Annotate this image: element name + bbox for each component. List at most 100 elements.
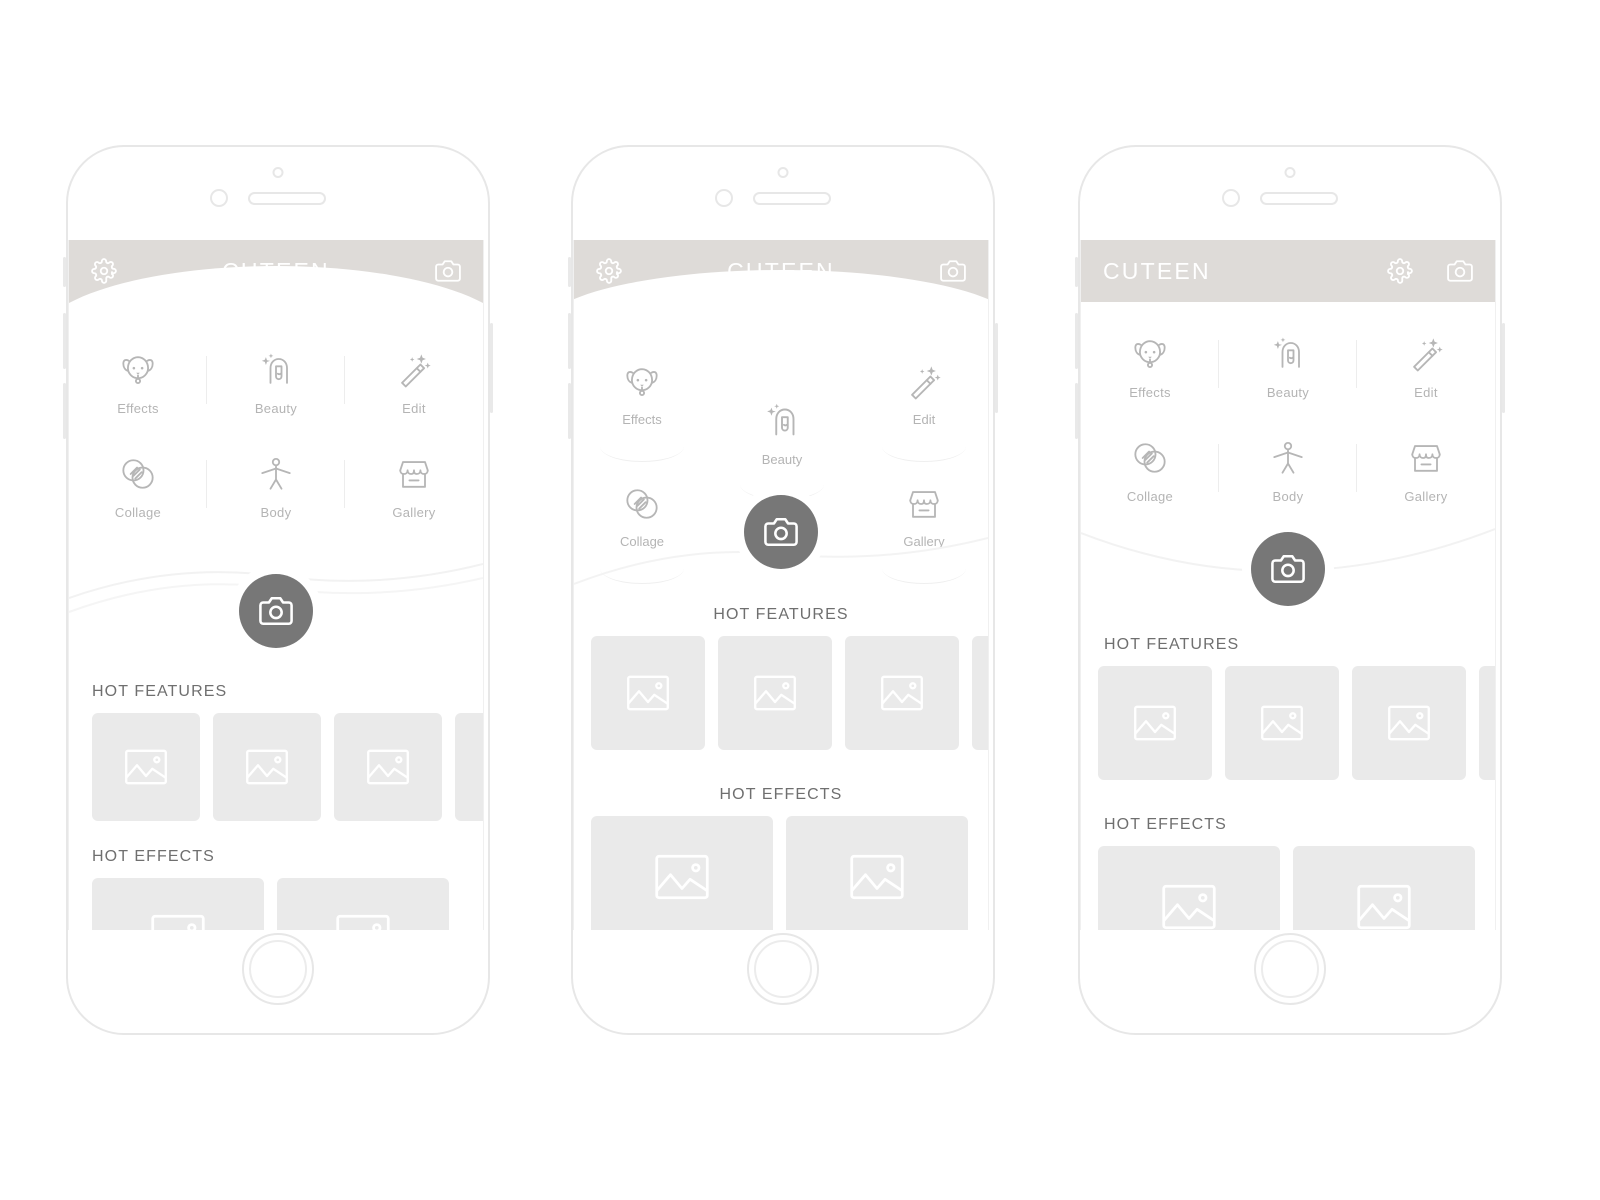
app-header: CUTEEN [574, 240, 988, 388]
feature-label: Beauty [761, 452, 803, 467]
feature-item-beauty[interactable]: Beauty [726, 398, 838, 500]
feature-item-edit[interactable]: Edit [868, 360, 980, 462]
feature-item-beauty[interactable]: Beauty [207, 348, 345, 440]
feature-grid: Effects Beauty Edit Collage Body Gallery [69, 348, 483, 544]
app-screen-variant-c: CUTEEN Effects Beauty Edit Collage Body … [1080, 240, 1496, 930]
hot-effect-card[interactable] [1098, 846, 1280, 930]
hot-feature-card[interactable] [845, 636, 959, 750]
camera-icon[interactable] [1447, 258, 1473, 284]
section-title-hot-features: HOT FEATURES [92, 683, 228, 700]
gear-icon[interactable] [1387, 258, 1413, 284]
wireframe-canvas: CUTEEN Effects Beauty Edit Collage Body … [0, 0, 1600, 1200]
feature-item-effects[interactable]: Effects [1081, 332, 1219, 424]
hot-feature-card[interactable] [718, 636, 832, 750]
person-icon [254, 452, 298, 496]
mute-switch[interactable] [63, 257, 66, 287]
proximity-sensor [777, 167, 789, 178]
volume-down-button[interactable] [1075, 383, 1078, 439]
camera-icon[interactable] [435, 258, 461, 284]
mute-switch[interactable] [568, 257, 571, 287]
gear-icon[interactable] [596, 258, 622, 284]
volume-up-button[interactable] [63, 313, 66, 369]
gear-icon[interactable] [91, 258, 117, 284]
feature-label: Body [260, 505, 292, 520]
section-title-hot-effects: HOT EFFECTS [92, 848, 215, 865]
power-button[interactable] [1502, 323, 1505, 413]
power-button[interactable] [995, 323, 998, 413]
hot-effect-card[interactable] [591, 816, 773, 930]
feature-label: Effects [117, 401, 159, 416]
feature-item-edit[interactable]: Edit [345, 348, 483, 440]
hot-feature-card[interactable] [1098, 666, 1212, 780]
underline-arc [882, 431, 966, 462]
feature-item-effects[interactable]: Effects [69, 348, 207, 440]
hot-feature-card[interactable] [1479, 666, 1495, 780]
volume-up-button[interactable] [1075, 313, 1078, 369]
mute-switch[interactable] [1075, 257, 1078, 287]
hot-effects-row[interactable] [591, 816, 968, 930]
power-button[interactable] [490, 323, 493, 413]
feature-item-collage[interactable]: Collage [69, 452, 207, 544]
camera-shutter-button[interactable] [230, 565, 322, 657]
magic-wand-icon [392, 348, 436, 392]
earpiece-speaker [753, 192, 831, 205]
app-header: CUTEEN [69, 240, 483, 416]
feature-item-effects[interactable]: Effects [586, 360, 698, 462]
hot-features-row[interactable] [1098, 666, 1495, 780]
dog-face-icon [620, 360, 664, 404]
woman-sparkle-icon [759, 398, 805, 444]
hot-feature-card[interactable] [334, 713, 442, 821]
hot-features-row[interactable] [591, 636, 988, 750]
page-title: CUTEEN [222, 257, 330, 284]
hot-effect-card[interactable] [1293, 846, 1475, 930]
camera-shutter-icon [1251, 532, 1325, 606]
feature-item-beauty[interactable]: Beauty [1219, 332, 1357, 424]
underline-arc [600, 431, 684, 462]
storefront-icon [392, 452, 436, 496]
dog-face-icon [116, 348, 160, 392]
woman-sparkle-icon [254, 348, 298, 392]
section-title-hot-features: HOT FEATURES [1104, 636, 1240, 653]
hot-feature-card[interactable] [1352, 666, 1466, 780]
page-title: CUTEEN [727, 257, 835, 284]
hot-effect-card[interactable] [92, 878, 264, 930]
earpiece-speaker [248, 192, 326, 205]
volume-up-button[interactable] [568, 313, 571, 369]
hot-effects-row[interactable] [92, 878, 449, 930]
section-title-hot-effects: HOT EFFECTS [719, 786, 843, 803]
hot-effect-card[interactable] [786, 816, 968, 930]
camera-shutter-icon [239, 574, 313, 648]
volume-down-button[interactable] [568, 383, 571, 439]
hot-feature-card[interactable] [972, 636, 988, 750]
overlapping-circles-icon [116, 452, 160, 496]
magic-wand-icon [1404, 332, 1448, 376]
feature-item-body[interactable]: Body [207, 452, 345, 544]
hot-effects-row[interactable] [1098, 846, 1475, 930]
proximity-sensor [1284, 167, 1296, 178]
hot-feature-card[interactable] [1225, 666, 1339, 780]
phone-mockup-variant-a: CUTEEN Effects Beauty Edit Collage Body … [63, 145, 493, 1035]
app-header: CUTEEN [1081, 240, 1495, 302]
hot-features-row[interactable] [92, 713, 483, 821]
hot-feature-card[interactable] [591, 636, 705, 750]
dog-face-icon [1128, 332, 1172, 376]
camera-icon[interactable] [940, 258, 966, 284]
storefront-icon [1404, 436, 1448, 480]
feature-label: Collage [1126, 489, 1174, 504]
feature-item-edit[interactable]: Edit [1357, 332, 1495, 424]
earpiece-speaker [1260, 192, 1338, 205]
section-title-hot-features: HOT FEATURES [713, 606, 849, 623]
page-title: CUTEEN [1103, 257, 1211, 284]
hot-feature-card[interactable] [92, 713, 200, 821]
camera-shutter-button[interactable] [1242, 523, 1334, 615]
volume-down-button[interactable] [63, 383, 66, 439]
hot-feature-card[interactable] [455, 713, 483, 821]
overlapping-circles-icon [1128, 436, 1172, 480]
magic-wand-icon [902, 360, 946, 404]
app-screen-variant-b: CUTEEN Effects Edit Beauty Collage Galle… [573, 240, 989, 930]
app-screen-variant-a: CUTEEN Effects Beauty Edit Collage Body … [68, 240, 484, 930]
hot-feature-card[interactable] [213, 713, 321, 821]
hot-effect-card[interactable] [277, 878, 449, 930]
camera-shutter-button[interactable] [735, 486, 827, 578]
feature-item-gallery[interactable]: Gallery [345, 452, 483, 544]
